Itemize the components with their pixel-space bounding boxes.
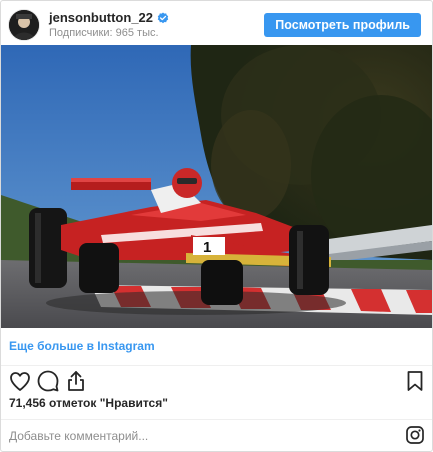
username-row: jensonbutton_22 xyxy=(49,10,169,26)
username-link[interactable]: jensonbutton_22 xyxy=(49,10,153,26)
instagram-logo-icon[interactable] xyxy=(406,426,424,444)
comment-row xyxy=(1,419,432,451)
more-on-instagram-row: Еще больше в Instagram xyxy=(1,328,432,366)
comment-input[interactable] xyxy=(9,425,389,447)
heart-icon[interactable] xyxy=(8,369,32,393)
comment-bubble-icon[interactable] xyxy=(36,369,60,393)
bookmark-icon[interactable] xyxy=(403,369,427,393)
like-count[interactable]: 71,456 отметок "Нравится" xyxy=(9,396,168,410)
post-actions xyxy=(1,366,432,394)
view-profile-button[interactable]: Посмотреть профиль xyxy=(264,13,421,37)
post-photo[interactable]: 1 xyxy=(1,45,432,328)
avatar[interactable] xyxy=(9,10,39,40)
post-header: jensonbutton_22 Подписчики: 965 тыс. Пос… xyxy=(1,1,432,45)
svg-text:1: 1 xyxy=(203,239,211,256)
share-icon[interactable] xyxy=(64,369,88,393)
instagram-embed-card: jensonbutton_22 Подписчики: 965 тыс. Пос… xyxy=(0,0,433,452)
verified-badge-icon xyxy=(157,12,169,24)
followers-count: Подписчики: 965 тыс. xyxy=(49,27,159,39)
more-on-instagram-link[interactable]: Еще больше в Instagram xyxy=(9,339,155,353)
